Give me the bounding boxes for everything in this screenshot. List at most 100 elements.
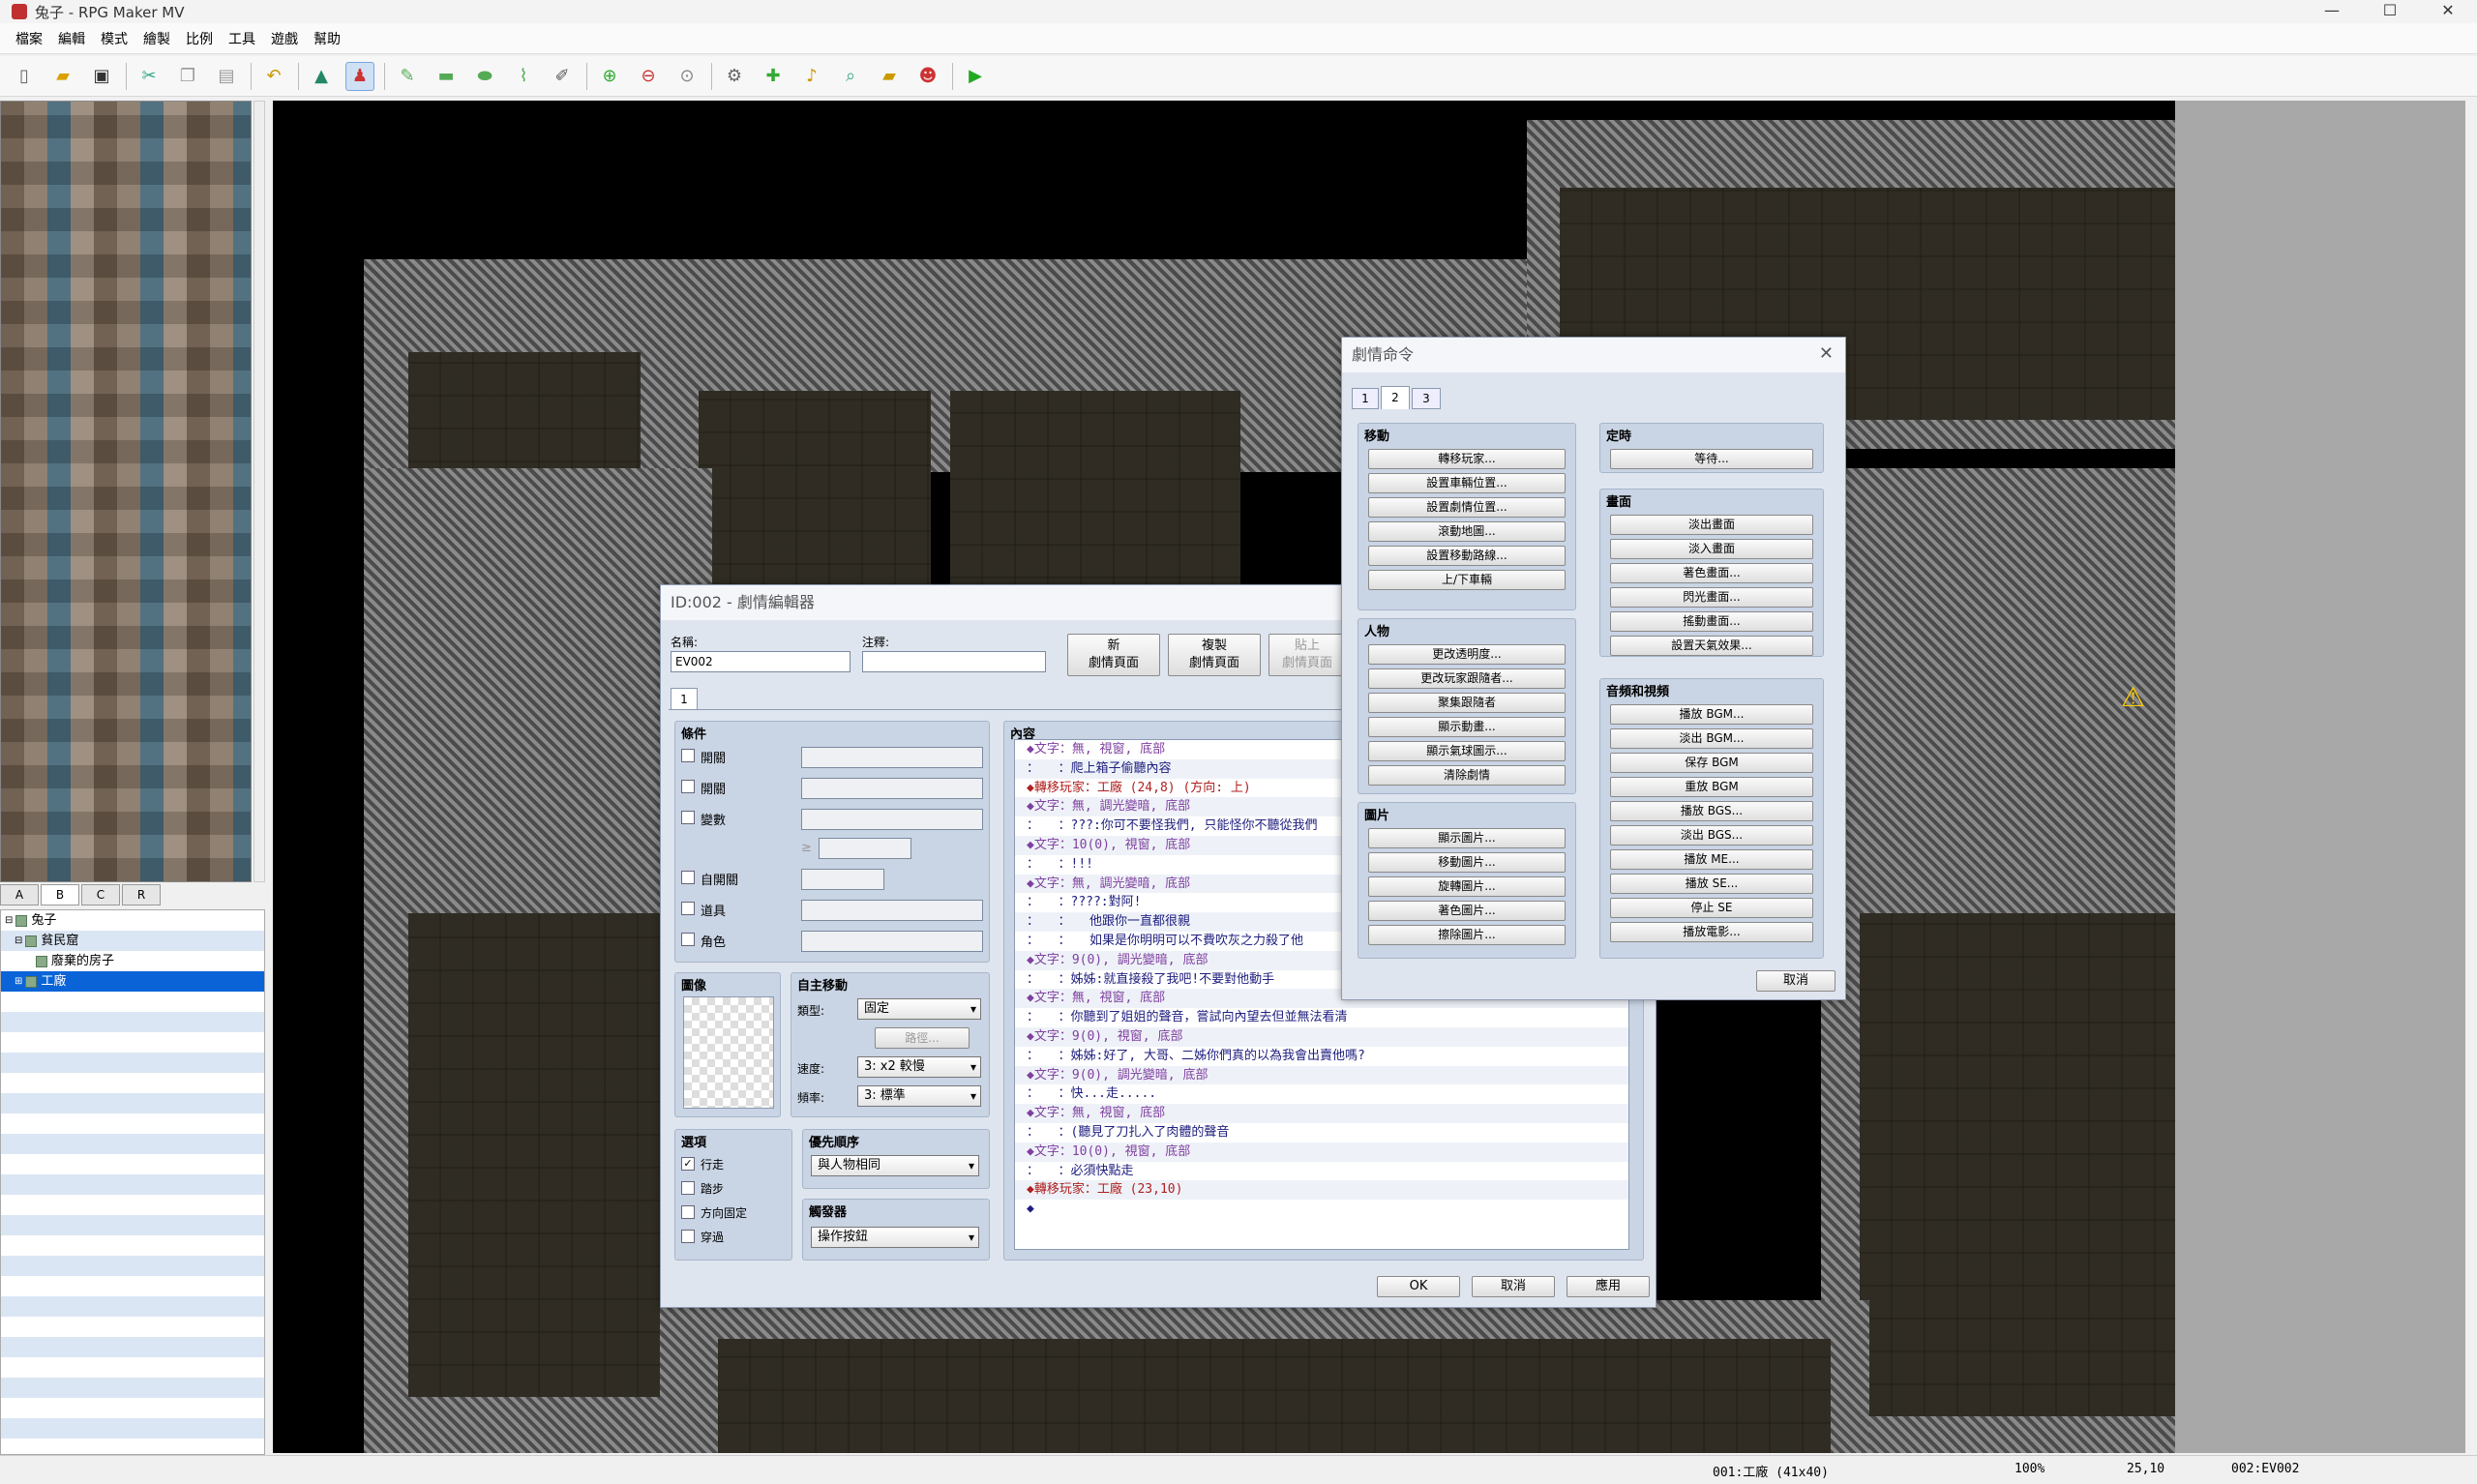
- event-mode-icon[interactable]: ♟: [345, 61, 374, 91]
- audio-command-button[interactable]: 淡出 BGS...: [1610, 825, 1813, 846]
- zoom-out-icon[interactable]: ⊖: [634, 62, 663, 91]
- screen-command-button[interactable]: 著色畫面...: [1610, 563, 1813, 583]
- switch2-checkbox[interactable]: [681, 780, 695, 793]
- zoom-actual-icon[interactable]: ⊙: [672, 62, 701, 91]
- command-tab-1[interactable]: 1: [1352, 388, 1379, 409]
- switch1-field[interactable]: [801, 747, 983, 768]
- map-tree-item[interactable]: ⊟ 貧民窟: [1, 931, 264, 951]
- switch1-checkbox[interactable]: [681, 749, 695, 762]
- cut-icon[interactable]: ✂: [134, 62, 164, 91]
- priority-select[interactable]: 與人物相同: [811, 1155, 979, 1176]
- walking-checkbox[interactable]: ✓: [681, 1157, 695, 1171]
- ok-button[interactable]: OK: [1377, 1276, 1460, 1297]
- screen-command-button[interactable]: 設置天氣效果...: [1610, 636, 1813, 656]
- map-tree-item[interactable]: 廢棄的房子: [1, 951, 264, 971]
- tileset-tab-a[interactable]: A: [0, 884, 39, 905]
- character-command-button[interactable]: 聚集跟隨者: [1368, 693, 1566, 713]
- event-command-line[interactable]: ◆文字：9(0), 調光變暗, 底部: [1015, 1065, 1628, 1085]
- audio-command-button[interactable]: 保存 BGM: [1610, 753, 1813, 773]
- menu-scale[interactable]: 比例: [178, 29, 221, 48]
- flood-fill-icon[interactable]: ⌇: [509, 62, 538, 91]
- database-icon[interactable]: ⚙: [720, 62, 749, 91]
- event-note-input[interactable]: [862, 651, 1046, 672]
- item-select[interactable]: [801, 900, 983, 921]
- event-command-line[interactable]: ◆: [1015, 1200, 1628, 1219]
- picture-command-button[interactable]: 移動圖片...: [1368, 852, 1566, 873]
- timing-command-button[interactable]: 等待...: [1610, 449, 1813, 469]
- menu-tools[interactable]: 工具: [221, 29, 263, 48]
- event-command-line[interactable]: ： ：快...走.....: [1015, 1084, 1628, 1104]
- tileset-scrollbar[interactable]: [254, 101, 265, 882]
- item-checkbox[interactable]: [681, 902, 695, 915]
- commands-cancel-button[interactable]: 取消: [1756, 970, 1835, 992]
- menu-draw[interactable]: 繪製: [135, 29, 178, 48]
- undo-icon[interactable]: ↶: [259, 62, 288, 91]
- audio-command-button[interactable]: 播放 ME...: [1610, 849, 1813, 870]
- self-switch-select[interactable]: [801, 869, 884, 890]
- tileset-tab-r[interactable]: R: [122, 884, 161, 905]
- command-tab-3[interactable]: 3: [1412, 388, 1441, 409]
- character-command-button[interactable]: 更改透明度...: [1368, 644, 1566, 665]
- zoom-in-icon[interactable]: ⊕: [595, 62, 624, 91]
- picture-command-button[interactable]: 旋轉圖片...: [1368, 876, 1566, 897]
- switch2-field[interactable]: [801, 778, 983, 799]
- menu-edit[interactable]: 編輯: [50, 29, 93, 48]
- actor-select[interactable]: [801, 931, 983, 952]
- variable-checkbox[interactable]: [681, 811, 695, 824]
- character-command-button[interactable]: 顯示氣球圖示...: [1368, 741, 1566, 761]
- minimize-button[interactable]: —: [2303, 0, 2361, 23]
- stepping-checkbox[interactable]: [681, 1181, 695, 1195]
- new-page-button[interactable]: 新 劇情頁面: [1067, 634, 1160, 676]
- move-type-select[interactable]: 固定: [857, 998, 981, 1020]
- screen-command-button[interactable]: 搖動畫面...: [1610, 611, 1813, 632]
- route-button[interactable]: 路徑...: [875, 1027, 970, 1049]
- new-project-icon[interactable]: ▯: [10, 62, 39, 91]
- pencil-icon[interactable]: ✎: [393, 62, 422, 91]
- page-tab-1[interactable]: 1: [671, 688, 698, 709]
- movement-command-button[interactable]: 設置移動路線...: [1368, 546, 1566, 566]
- move-speed-select[interactable]: 3: x2 較慢: [857, 1056, 981, 1078]
- menu-file[interactable]: 檔案: [8, 29, 50, 48]
- plugin-manager-icon[interactable]: ✚: [759, 62, 788, 91]
- movement-command-button[interactable]: 上/下車輛: [1368, 570, 1566, 590]
- event-command-line[interactable]: ： ：姊姊:好了, 大哥、二姊你們真的以為我會出賣他嗎?: [1015, 1047, 1628, 1066]
- event-command-line[interactable]: ： ：(聽見了刀扎入了肉體的聲音: [1015, 1123, 1628, 1143]
- audio-command-button[interactable]: 播放 SE...: [1610, 874, 1813, 894]
- actor-checkbox[interactable]: [681, 933, 695, 946]
- map-vertical-scrollbar[interactable]: [2465, 101, 2477, 1453]
- tileset-palette[interactable]: [0, 101, 252, 882]
- trigger-select[interactable]: 操作按鈕: [811, 1227, 979, 1248]
- direction-fix-checkbox[interactable]: [681, 1205, 695, 1219]
- save-project-icon[interactable]: ▣: [87, 62, 116, 91]
- map-tree-item-selected[interactable]: ⊞ 工廠: [1, 971, 264, 992]
- movement-command-button[interactable]: 設置車輛位置...: [1368, 473, 1566, 493]
- ellipse-icon[interactable]: ⬬: [470, 62, 499, 91]
- command-tab-2[interactable]: 2: [1381, 386, 1410, 409]
- copy-page-button[interactable]: 複製 劇情頁面: [1168, 634, 1261, 676]
- variable-field[interactable]: [801, 809, 983, 830]
- resource-manager-icon[interactable]: ▰: [875, 62, 904, 91]
- movement-command-button[interactable]: 轉移玩家...: [1368, 449, 1566, 469]
- audio-command-button[interactable]: 播放 BGS...: [1610, 801, 1813, 821]
- open-project-icon[interactable]: ▰: [48, 62, 77, 91]
- close-button[interactable]: ✕: [2419, 0, 2477, 23]
- tree-expander[interactable]: ⊟: [5, 910, 13, 931]
- character-command-button[interactable]: 顯示動畫...: [1368, 717, 1566, 737]
- move-frequency-select[interactable]: 3: 標準: [857, 1085, 981, 1107]
- close-icon[interactable]: ✕: [1819, 343, 1834, 364]
- paste-page-button[interactable]: 貼上 劇情頁面: [1268, 634, 1346, 676]
- screen-command-button[interactable]: 淡出畫面: [1610, 515, 1813, 535]
- event-command-line[interactable]: ◆文字：無, 視窗, 底部: [1015, 1104, 1628, 1123]
- menu-game[interactable]: 遊戲: [263, 29, 306, 48]
- menu-mode[interactable]: 模式: [93, 29, 135, 48]
- picture-command-button[interactable]: 顯示圖片...: [1368, 828, 1566, 848]
- tileset-tab-b[interactable]: B: [41, 884, 79, 905]
- event-command-line[interactable]: ◆文字：9(0), 視窗, 底部: [1015, 1026, 1628, 1047]
- map-tree-item[interactable]: ⊟ 兔子: [1, 910, 264, 931]
- through-checkbox[interactable]: [681, 1230, 695, 1243]
- event-command-line[interactable]: ◆轉移玩家：工廠 (23,10): [1015, 1180, 1628, 1201]
- tree-expander[interactable]: ⊞: [15, 971, 22, 992]
- variable-value-input[interactable]: [819, 838, 911, 859]
- audio-command-button[interactable]: 重放 BGM: [1610, 777, 1813, 797]
- tileset-tab-c[interactable]: C: [81, 884, 120, 905]
